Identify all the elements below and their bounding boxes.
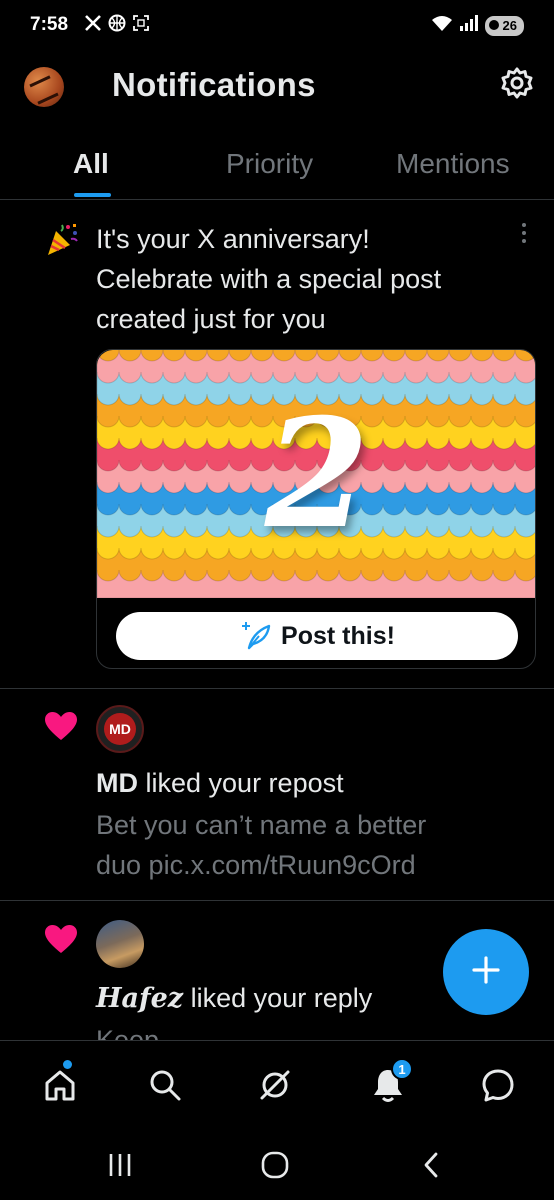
anniversary-card[interactable]: 2 Post this! [96, 349, 536, 669]
home-icon[interactable] [40, 1065, 80, 1105]
like-notification-md[interactable]: MD MD liked your repost Bet you can’t na… [0, 689, 554, 901]
bottom-nav: 1 [0, 1040, 554, 1130]
wifi-icon [431, 14, 453, 37]
anniversary-message: It's your X anniversary! Celebrate with … [96, 219, 516, 339]
home-circle-icon[interactable] [258, 1148, 292, 1182]
screenshot-icon [132, 14, 150, 32]
system-nav-bar [0, 1130, 554, 1200]
feather-sparkle-icon [239, 622, 273, 650]
back-icon[interactable] [414, 1148, 448, 1182]
heart-icon [44, 924, 78, 954]
header: Notifications [0, 52, 554, 124]
status-bar: 7:58 26 [0, 0, 554, 52]
notification-preview: Bet you can’t name a better duo pic.x.co… [96, 805, 516, 885]
preview-line-1: Bet you can’t name a better [96, 810, 427, 840]
anniversary-number: 2 [264, 386, 370, 562]
status-icons-left [84, 14, 150, 32]
compose-button[interactable] [443, 929, 529, 1015]
heart-icon [44, 711, 78, 741]
tab-priority[interactable]: Priority [226, 148, 313, 180]
battery-indicator: 26 [484, 15, 524, 36]
plus-icon [471, 955, 501, 990]
post-this-label: Post this! [281, 621, 395, 650]
grok-icon[interactable] [255, 1065, 295, 1105]
basketball-icon [108, 14, 126, 32]
preview-line-2: duo pic.x.com/tRuun9cOrd [96, 850, 416, 880]
notification-action: liked your reply [183, 983, 373, 1013]
avatar[interactable] [96, 920, 144, 968]
post-this-button[interactable]: Post this! [116, 612, 518, 660]
user-name[interactable]: MD [96, 768, 138, 798]
status-icons-right: 26 [431, 14, 524, 37]
status-time: 7:58 [30, 14, 69, 35]
anniversary-line-1: It's your X anniversary! [96, 224, 370, 254]
gear-icon[interactable] [500, 66, 534, 100]
page-title: Notifications [112, 66, 316, 103]
tab-mentions[interactable]: Mentions [396, 148, 510, 180]
active-tab-indicator [74, 193, 111, 197]
notification-count-badge: 1 [391, 1058, 413, 1080]
anniversary-notification[interactable]: It's your X anniversary! Celebrate with … [0, 201, 554, 689]
user-name[interactable]: Hafez [96, 983, 183, 1014]
notification-title: MD liked your repost [96, 763, 344, 803]
party-popper-icon [44, 221, 80, 257]
x-logo-icon [84, 14, 102, 32]
anniversary-line-3: created just for you [96, 304, 326, 334]
profile-avatar[interactable] [24, 67, 64, 107]
search-icon[interactable] [145, 1065, 185, 1105]
messages-icon[interactable] [478, 1065, 518, 1105]
avatar-monogram: MD [104, 713, 136, 745]
anniversary-line-2: Celebrate with a special post [96, 264, 442, 294]
avatar[interactable]: MD [96, 705, 144, 753]
recent-apps-icon[interactable] [103, 1148, 137, 1182]
anniversary-image: 2 [97, 350, 535, 598]
tab-bar: All Priority Mentions [0, 130, 554, 200]
notification-title: Hafez liked your reply [96, 978, 372, 1019]
home-unread-dot [63, 1060, 72, 1069]
notification-preview: Keep [96, 1025, 160, 1042]
signal-icon [459, 14, 479, 37]
tab-all[interactable]: All [73, 148, 109, 180]
notification-action: liked your repost [138, 768, 344, 798]
more-options-icon[interactable] [520, 223, 528, 247]
